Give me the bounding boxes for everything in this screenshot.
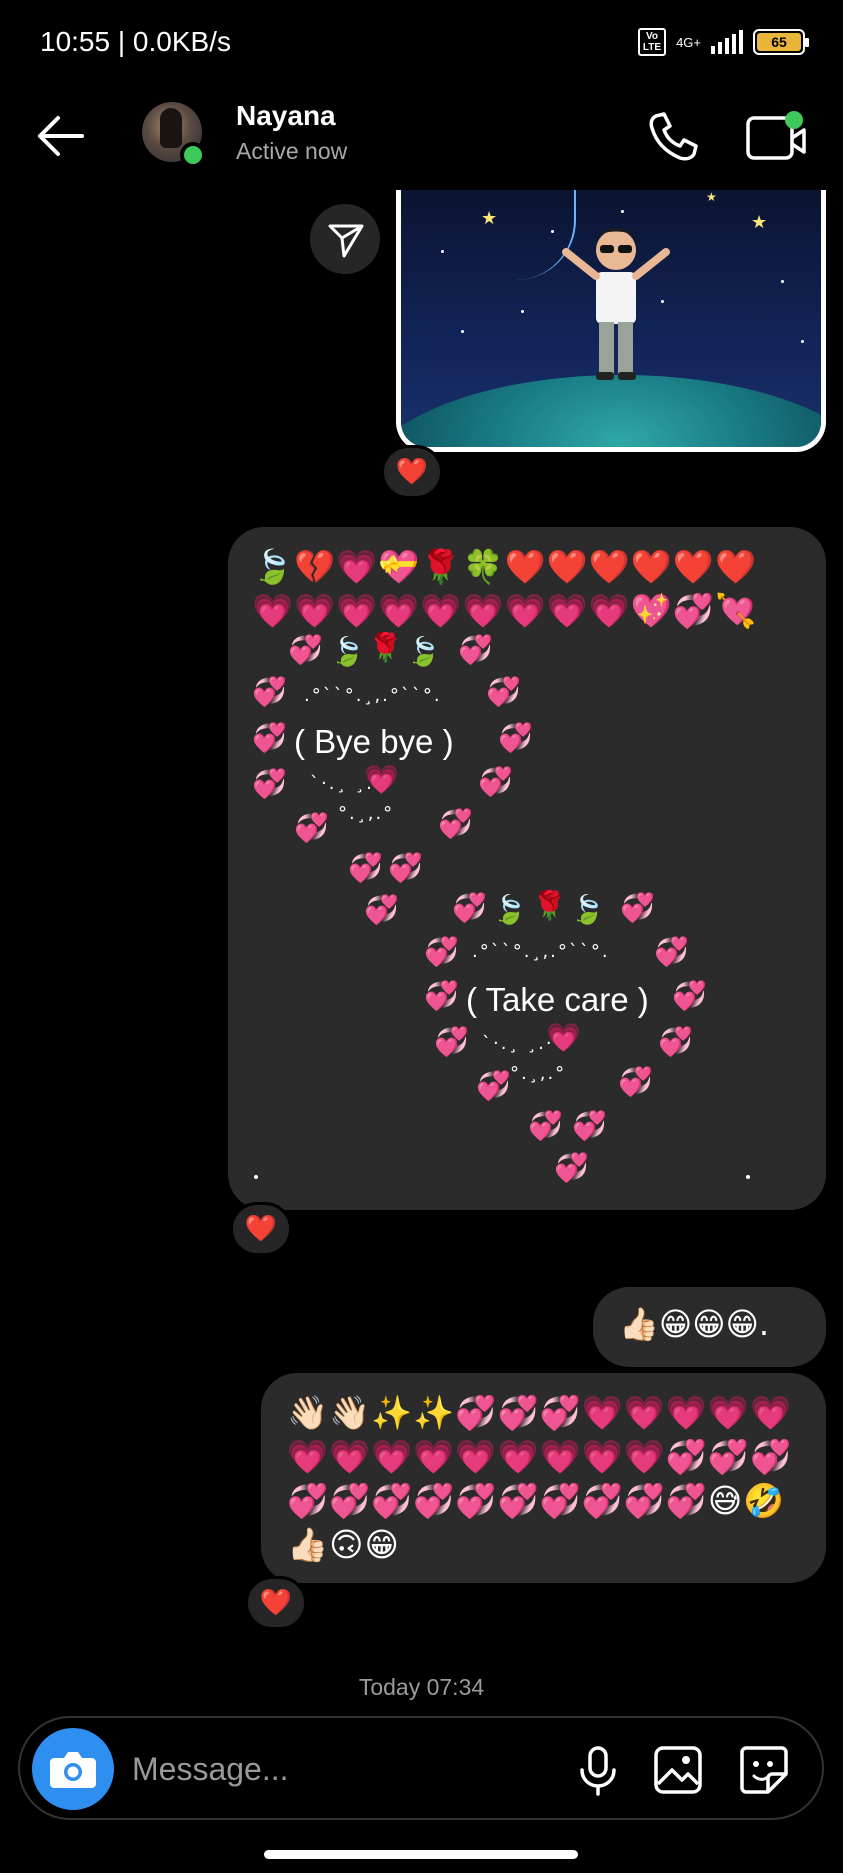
sticker-icon[interactable] [736, 1742, 792, 1798]
status-icons: Vo LTE 4G+ 65 [637, 28, 809, 56]
reaction-heart[interactable]: ❤️ [381, 445, 443, 499]
battery-level: 65 [757, 33, 801, 51]
battery-icon: 65 [753, 29, 809, 55]
volte-icon: Vo LTE [637, 28, 667, 56]
star-icon: ★ [751, 212, 768, 233]
microphone-icon[interactable] [570, 1742, 626, 1798]
message-composer [18, 1716, 824, 1820]
image-message[interactable]: ★ ★ ★ [396, 190, 826, 452]
back-arrow-icon[interactable] [34, 112, 86, 160]
emoji-row: 🍃💔💗💝🌹🍀❤️❤️❤️❤️❤️❤️ [252, 547, 758, 586]
message-input[interactable] [132, 1744, 552, 1794]
star-icon: ★ [706, 190, 717, 204]
emoji-art-message[interactable]: 🍃💔💗💝🌹🍀❤️❤️❤️❤️❤️❤️ 💗💗💗💗💗💗💗💗💗💖💞💘 💞 🍃 🌹 🍃 … [228, 527, 826, 1210]
video-call-icon[interactable] [744, 108, 808, 164]
timestamp: Today 07:34 [358, 1674, 485, 1700]
label-bye-bye: ( Bye bye ) [294, 723, 454, 760]
label-take-care: ( Take care ) [466, 981, 649, 1018]
reaction-heart[interactable]: ❤️ [245, 1576, 307, 1630]
star-icon: ★ [481, 208, 498, 229]
contact-name[interactable]: Nayana [236, 100, 336, 132]
status-bar: 10:55 | 0.0KB/s Vo LTE 4G+ 65 [0, 0, 843, 90]
emoji-line: 💗💗💗💗💗💗💗💗💗💞💞💞 [287, 1437, 793, 1476]
message-text: 👍🏻😁😁😁. [619, 1305, 770, 1343]
phone-call-icon[interactable] [644, 108, 700, 164]
emoji-line: 👋🏻👋🏻✨✨💞💞💞💗💗💗💗💗 [287, 1393, 793, 1432]
signal-icon [711, 30, 743, 54]
chat-header: Nayana Active now [0, 90, 843, 190]
reaction-heart[interactable]: ❤️ [230, 1202, 292, 1256]
home-indicator[interactable] [264, 1850, 578, 1859]
share-button[interactable] [310, 204, 380, 274]
emoji-message[interactable]: 👋🏻👋🏻✨✨💞💞💞💗💗💗💗💗 💗💗💗💗💗💗💗💗💗💞💞💞 💞💞💞💞💞💞💞💞💞💞😅🤣… [261, 1373, 826, 1583]
thumbs-message[interactable]: 👍🏻😁😁😁. [593, 1287, 826, 1367]
camera-icon [50, 1752, 96, 1788]
network-type: 4G+ [676, 34, 701, 50]
emoji-line: 💞💞💞💞💞💞💞💞💞💞😅🤣 [287, 1481, 786, 1520]
online-indicator [180, 142, 206, 168]
active-status: Active now [236, 138, 348, 164]
emoji-line: 👍🏻🙃😁 [287, 1525, 400, 1564]
bitmoji-figure [562, 228, 670, 380]
emoji-row: 💗💗💗💗💗💗💗💗💗💖💞💘 [252, 591, 758, 630]
send-icon [328, 224, 364, 258]
status-time: 10:55 | 0.0KB/s [40, 26, 231, 57]
camera-button[interactable] [32, 1728, 114, 1810]
gallery-icon[interactable] [650, 1742, 706, 1798]
